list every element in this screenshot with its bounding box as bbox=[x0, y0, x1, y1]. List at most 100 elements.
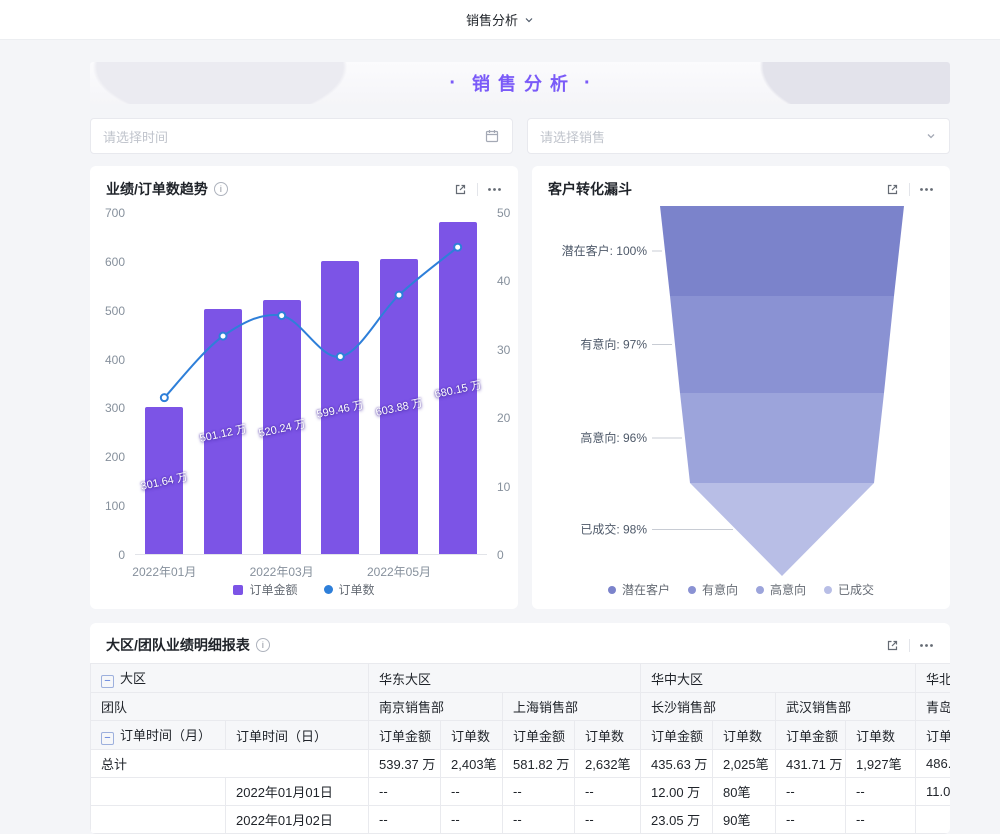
calendar-icon bbox=[484, 128, 500, 144]
legend-item[interactable]: 有意向 bbox=[688, 581, 738, 598]
y-axis-tick-left: 600 bbox=[90, 255, 125, 269]
table-row: 2022年01月02日--------23.05 万90笔---- bbox=[91, 806, 951, 834]
table-header-cell[interactable]: 订单数 bbox=[713, 721, 776, 750]
table-header-cell[interactable]: 订单数 bbox=[846, 721, 916, 750]
table-header-cell[interactable]: 上海销售部 bbox=[503, 693, 641, 721]
line-point[interactable] bbox=[396, 292, 403, 299]
chevron-down-icon bbox=[925, 130, 937, 142]
sales-filter-placeholder: 请选择销售 bbox=[540, 127, 605, 146]
table-header-cell[interactable]: 订单数 bbox=[575, 721, 641, 750]
y-axis-tick-left: 400 bbox=[90, 353, 125, 367]
collapse-icon[interactable]: − bbox=[101, 675, 114, 688]
y-axis-tick-left: 500 bbox=[90, 304, 125, 318]
trend-card-title: 业绩/订单数趋势 bbox=[106, 179, 208, 199]
table-cell: 90笔 bbox=[713, 806, 776, 834]
table-header-cell[interactable]: 武汉销售部 bbox=[776, 693, 916, 721]
trend-plot: 301.64 万501.12 万520.24 万599.46 万603.88 万… bbox=[135, 213, 487, 555]
line-point[interactable] bbox=[278, 312, 285, 319]
time-filter[interactable]: 请选择时间 bbox=[90, 118, 513, 154]
y-axis-tick-right: 40 bbox=[497, 274, 510, 288]
table-header-cell[interactable]: 团队 bbox=[91, 693, 369, 721]
funnel-card-header: 客户转化漏斗 bbox=[532, 166, 950, 199]
table-header-cell[interactable]: 青岛销售部 bbox=[916, 693, 950, 721]
time-filter-placeholder: 请选择时间 bbox=[103, 127, 168, 146]
funnel-chart: 潜在客户: 100%有意向: 97%高意向: 96%已成交: 98% 潜在客户 有… bbox=[532, 199, 950, 602]
y-axis-tick-right: 30 bbox=[497, 343, 510, 357]
banner-title: 销售分析 bbox=[472, 70, 576, 96]
table-header-cell[interactable]: 长沙销售部 bbox=[641, 693, 776, 721]
export-icon[interactable] bbox=[885, 638, 900, 653]
legend-line-marker bbox=[324, 585, 333, 594]
topbar: 销售分析 bbox=[0, 0, 1000, 40]
info-icon[interactable]: i bbox=[256, 638, 270, 652]
line-point[interactable] bbox=[220, 333, 227, 340]
y-axis-tick-right: 20 bbox=[497, 411, 510, 425]
more-icon[interactable] bbox=[919, 182, 934, 197]
y-axis-tick-left: 100 bbox=[90, 499, 125, 513]
table-header-cell[interactable]: 南京销售部 bbox=[369, 693, 503, 721]
funnel-stage[interactable] bbox=[670, 296, 894, 393]
table-header-cell[interactable]: 订单数 bbox=[441, 721, 503, 750]
y-axis-tick-left: 700 bbox=[90, 206, 125, 220]
x-axis-tick: 2022年01月 bbox=[119, 563, 209, 580]
legend-dot-marker bbox=[608, 586, 616, 594]
legend-item[interactable]: 已成交 bbox=[824, 581, 874, 598]
table-header-row: −大区华东大区华中大区华北大区 bbox=[91, 664, 951, 693]
table-cell: 2,632笔 bbox=[575, 750, 641, 778]
table-header-cell[interactable]: 订单金额 bbox=[369, 721, 441, 750]
table-header-cell[interactable]: 华中大区 bbox=[641, 664, 916, 693]
table-header-cell[interactable]: 华东大区 bbox=[369, 664, 641, 693]
table-header-cell[interactable]: 订单金额 bbox=[776, 721, 846, 750]
export-icon[interactable] bbox=[453, 182, 468, 197]
funnel-stage-label: 已成交: 98% bbox=[580, 522, 647, 537]
order-count-line bbox=[135, 213, 487, 555]
pivot-table: −大区华东大区华中大区华北大区团队南京销售部上海销售部长沙销售部武汉销售部青岛销… bbox=[90, 663, 950, 834]
table-cell: 2,403笔 bbox=[441, 750, 503, 778]
table-header-cell[interactable]: 订单金额 bbox=[641, 721, 713, 750]
table-cell: 539.37 万 bbox=[369, 750, 441, 778]
legend-label: 订单数 bbox=[339, 581, 375, 598]
dashboard-switcher[interactable]: 销售分析 bbox=[466, 10, 534, 29]
legend-dot-marker bbox=[756, 586, 764, 594]
legend-item[interactable]: 高意向 bbox=[756, 581, 806, 598]
table-header-cell[interactable]: −订单时间（月） bbox=[91, 721, 226, 750]
table-cell bbox=[91, 778, 226, 806]
table-cell: 11.07 bbox=[916, 778, 950, 806]
table-header-cell[interactable]: 订单金额 bbox=[916, 721, 950, 750]
info-icon[interactable]: i bbox=[214, 182, 228, 196]
funnel-stage[interactable] bbox=[660, 206, 904, 296]
y-axis-tick-right: 50 bbox=[497, 206, 510, 220]
filter-bar: 请选择时间 请选择销售 bbox=[90, 118, 950, 154]
chevron-down-icon bbox=[524, 15, 534, 25]
table-cell: 1,927笔 bbox=[846, 750, 916, 778]
table-cell: -- bbox=[503, 778, 575, 806]
divider bbox=[909, 639, 910, 652]
legend-label: 潜在客户 bbox=[622, 581, 670, 598]
table-header-cell[interactable]: −大区 bbox=[91, 664, 369, 693]
legend-item[interactable]: 潜在客户 bbox=[608, 581, 670, 598]
export-icon[interactable] bbox=[885, 182, 900, 197]
banner-dot: · bbox=[584, 72, 591, 95]
table-cell: -- bbox=[846, 778, 916, 806]
collapse-icon[interactable]: − bbox=[101, 732, 114, 745]
sales-filter[interactable]: 请选择销售 bbox=[527, 118, 950, 154]
legend-item[interactable]: 订单数 bbox=[324, 581, 375, 598]
legend-label: 已成交 bbox=[838, 581, 874, 598]
table-header-cell[interactable]: 华北大区 bbox=[916, 664, 950, 693]
table-row: 2022年01月01日--------12.00 万80笔----11.07 bbox=[91, 778, 951, 806]
funnel-stage[interactable] bbox=[680, 393, 884, 483]
charts-row: 业绩/订单数趋势 i 订单金额订单数 010020030040050060070… bbox=[90, 166, 950, 609]
table-cell: 80笔 bbox=[713, 778, 776, 806]
table-header-cell[interactable]: 订单时间（日） bbox=[226, 721, 369, 750]
legend-label: 高意向 bbox=[770, 581, 806, 598]
line-point[interactable] bbox=[454, 244, 461, 251]
more-icon[interactable] bbox=[487, 182, 502, 197]
table-header-cell[interactable]: 订单金额 bbox=[503, 721, 575, 750]
legend-item[interactable]: 订单金额 bbox=[233, 581, 297, 598]
table-scroll-area[interactable]: −大区华东大区华中大区华北大区团队南京销售部上海销售部长沙销售部武汉销售部青岛销… bbox=[90, 663, 950, 834]
funnel-svg: 潜在客户: 100%有意向: 97%高意向: 96%已成交: 98% bbox=[532, 201, 950, 579]
line-point[interactable] bbox=[337, 353, 344, 360]
line-point[interactable] bbox=[161, 394, 168, 401]
more-icon[interactable] bbox=[919, 638, 934, 653]
table-cell: -- bbox=[776, 778, 846, 806]
